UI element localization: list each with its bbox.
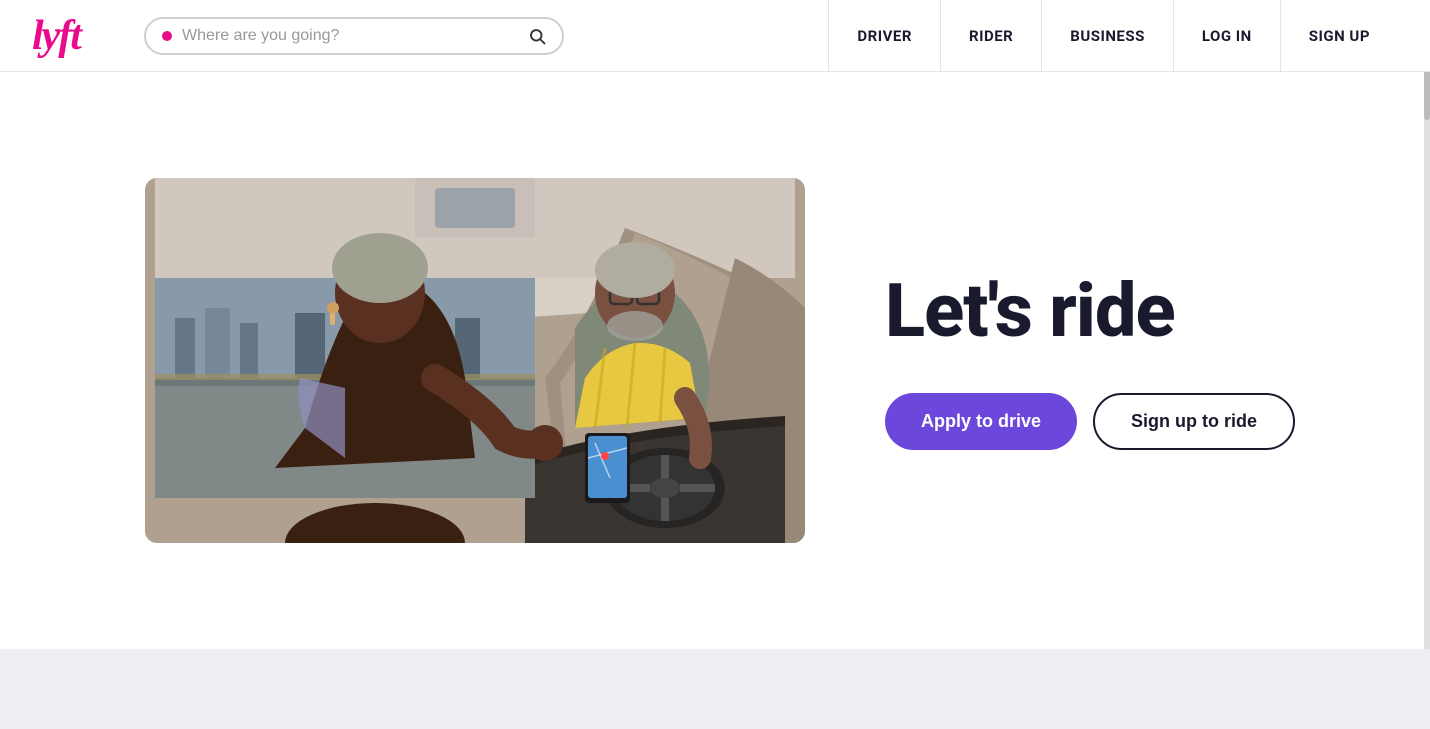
nav-item-rider[interactable]: RIDER	[940, 0, 1041, 72]
lyft-logo-text: lyft	[32, 13, 80, 59]
scrollbar-track[interactable]	[1424, 0, 1430, 649]
sign-up-to-ride-button[interactable]: Sign up to ride	[1093, 393, 1295, 450]
nav-item-business[interactable]: BUSINESS	[1041, 0, 1173, 72]
logo[interactable]: lyft	[32, 15, 80, 57]
nav-item-signup[interactable]: SIGN UP	[1280, 0, 1398, 72]
hero-heading: Let's ride	[885, 271, 1310, 352]
search-button[interactable]	[528, 27, 546, 45]
location-dot-icon	[162, 31, 172, 41]
search-area	[144, 17, 564, 55]
search-input[interactable]	[182, 27, 518, 45]
search-box[interactable]	[144, 17, 564, 55]
search-icon	[528, 27, 546, 45]
hero-image	[145, 178, 805, 543]
footer-band	[0, 649, 1430, 729]
header: lyft DRIVER RIDER BUSINESS LOG IN SIGN U…	[0, 0, 1430, 72]
hero-text: Let's ride Apply to drive Sign up to rid…	[885, 271, 1310, 449]
apply-to-drive-button[interactable]: Apply to drive	[885, 393, 1077, 450]
hero-illustration	[145, 178, 805, 543]
nav-item-login[interactable]: LOG IN	[1173, 0, 1280, 72]
hero-buttons: Apply to drive Sign up to ride	[885, 393, 1310, 450]
nav-links: DRIVER RIDER BUSINESS LOG IN SIGN UP	[828, 0, 1398, 72]
main-content: Let's ride Apply to drive Sign up to rid…	[0, 72, 1430, 649]
nav-item-driver[interactable]: DRIVER	[828, 0, 940, 72]
